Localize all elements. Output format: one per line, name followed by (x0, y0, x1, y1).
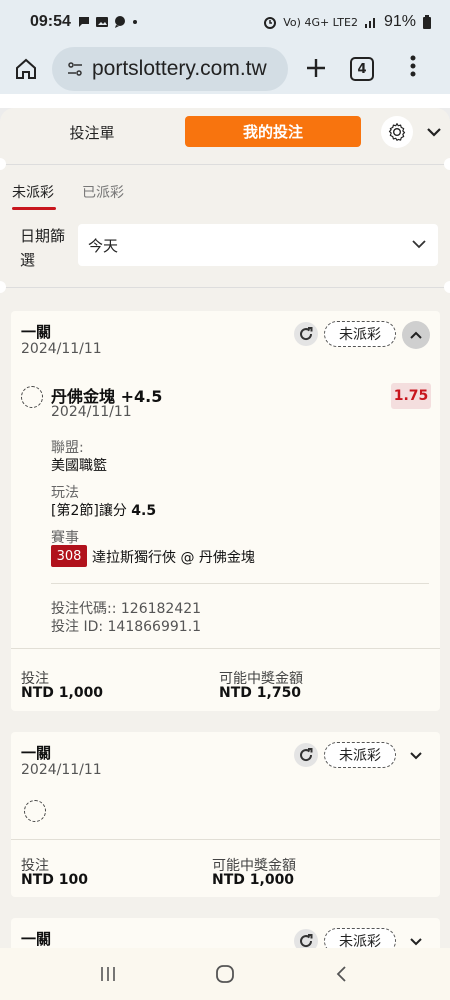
image-icon (95, 17, 108, 27)
odds-badge: 1.75 (391, 383, 431, 409)
divider-notch (0, 281, 6, 293)
network-indicator: Vo) 4G+ LTE2 (283, 15, 358, 29)
plus-icon (307, 58, 325, 77)
back-icon (336, 966, 346, 982)
tab-betslip[interactable]: 投注單 (22, 122, 162, 143)
refresh-button[interactable] (294, 322, 318, 346)
bet-id: 投注 ID: 141866991.1 (51, 619, 202, 635)
tab-settled[interactable]: 已派彩 (82, 182, 124, 202)
more-vertical-icon (410, 55, 416, 77)
event-name: 達拉斯獨行俠 @ 丹佛金塊 (92, 550, 255, 566)
refresh-icon (300, 748, 313, 762)
event-number-badge: 308 (51, 545, 87, 567)
date-filter-select[interactable]: 今天 (78, 224, 438, 266)
bet-type: 一關 (21, 744, 52, 762)
status-bar: 09:54 Vo) 4G+ LTE2 91% (0, 0, 450, 44)
bet-panel: 投注單 我的投注 未派彩 已派彩 日期篩選 今天 一關 2024/11/11 未… (0, 108, 450, 1000)
system-nav-bar (0, 948, 450, 1000)
market-line: 4.5 (131, 503, 157, 519)
settings-button[interactable] (381, 116, 413, 148)
system-status: Vo) 4G+ LTE2 91% (263, 13, 432, 31)
selection-status-icon (24, 800, 46, 822)
battery-icon (423, 15, 431, 29)
separator (11, 648, 440, 649)
bet-type: 一關 (21, 323, 52, 341)
back-button[interactable] (322, 959, 362, 989)
site-settings-icon[interactable] (64, 60, 86, 78)
separator (51, 583, 429, 584)
panel-tabs: 投注單 我的投注 (0, 108, 450, 156)
message-icon (78, 17, 89, 27)
chevron-down-icon (410, 752, 422, 760)
page-background (0, 94, 450, 108)
date-filter-value: 今天 (88, 236, 119, 255)
date-filter-label: 日期篩選 (20, 227, 66, 269)
tab-switcher-button[interactable]: 4 (350, 57, 374, 81)
event-label: 賽事 (51, 530, 79, 546)
notification-icons (77, 15, 139, 29)
tab-mybets[interactable]: 我的投注 (185, 116, 361, 147)
home-nav-button[interactable] (205, 959, 245, 989)
divider (0, 158, 450, 170)
status-badge: 未派彩 (324, 321, 396, 347)
gear-icon (388, 123, 406, 141)
chevron-down-icon (410, 938, 422, 946)
bet-type: 一關 (21, 930, 52, 948)
selection-date: 2024/11/11 (51, 404, 132, 420)
payout-value: NTD 1,000 (212, 872, 295, 888)
signal-icon (364, 18, 375, 28)
bet-code: 投注代碼:: 126182421 (51, 601, 202, 617)
market-value: [第2節]讓分 4.5 (51, 500, 156, 520)
dot-icon (132, 20, 137, 24)
alarm-icon (264, 17, 277, 29)
chevron-up-icon (410, 331, 422, 339)
collapse-card-button[interactable] (402, 321, 430, 349)
divider (0, 281, 450, 293)
separator (11, 839, 440, 840)
bet-date: 2024/11/11 (21, 762, 102, 778)
chevron-down-icon[interactable] (424, 122, 444, 142)
expand-card-button[interactable] (402, 742, 430, 770)
battery-percent: 91% (383, 13, 416, 30)
market-name: [第2節]讓分 (51, 503, 127, 519)
recent-apps-button[interactable] (88, 959, 128, 989)
bet-card: 一關 2024/11/11 未派彩 投注 NTD 100 可能中獎金額 NTD … (11, 732, 440, 897)
home-button[interactable] (0, 57, 52, 81)
url-text: portslottery.com.tw (92, 57, 267, 80)
status-badge: 未派彩 (324, 742, 396, 768)
chat-icon (114, 16, 125, 28)
clock: 09:54 (30, 13, 71, 30)
overflow-menu-button[interactable] (388, 55, 438, 83)
bet-date: 2024/11/11 (21, 341, 102, 357)
chevron-down-icon (412, 240, 426, 249)
league-value: 美國職籃 (51, 458, 107, 474)
tab-unsettled[interactable]: 未派彩 (12, 182, 56, 210)
recent-apps-icon (101, 967, 116, 981)
league-label: 聯盟: (51, 440, 84, 456)
browser-toolbar: portslottery.com.tw 4 (0, 44, 450, 94)
bet-card: 一關 2024/11/11 未派彩 丹佛金塊 +4.5 2024/11/11 1… (11, 311, 440, 711)
divider-notch (0, 158, 6, 170)
stake-value: NTD 1,000 (21, 685, 104, 701)
market-label: 玩法 (51, 485, 79, 501)
payout-status-tabs: 未派彩 已派彩 (0, 182, 450, 214)
address-bar[interactable]: portslottery.com.tw (52, 47, 288, 91)
refresh-icon (300, 327, 313, 341)
divider-notch (444, 158, 450, 170)
stake-value: NTD 100 (21, 872, 88, 888)
refresh-icon (300, 934, 313, 948)
refresh-button[interactable] (294, 743, 318, 767)
selection-status-icon (21, 386, 43, 408)
home-circle-icon (216, 965, 234, 983)
payout-value: NTD 1,750 (219, 685, 302, 701)
divider-notch (444, 281, 450, 293)
new-tab-button[interactable] (288, 53, 344, 86)
home-icon (16, 58, 36, 79)
